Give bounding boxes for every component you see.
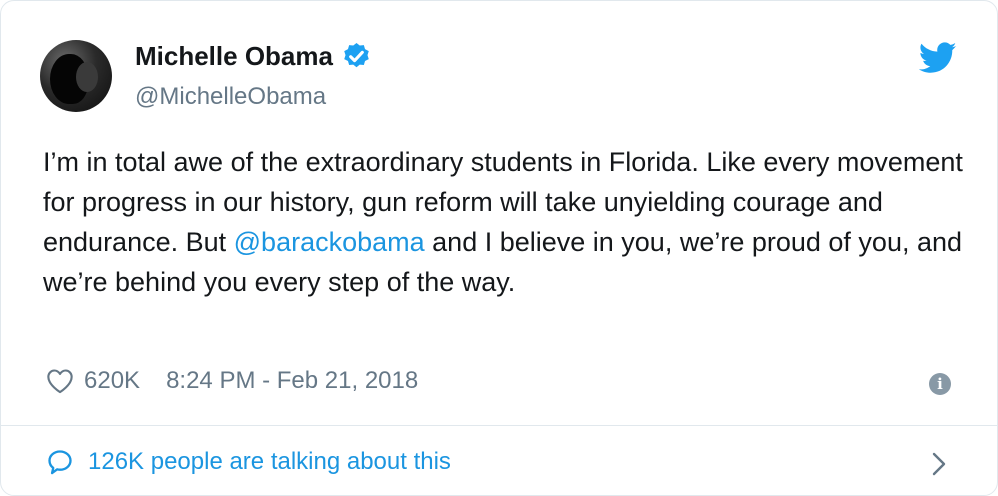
twitter-bird-icon[interactable]: [919, 41, 957, 75]
conversation-count-label[interactable]: 126K people are talking about this: [88, 448, 451, 476]
heart-icon[interactable]: [46, 368, 74, 394]
avatar-face: [76, 62, 98, 92]
reply-bubble-icon: [48, 450, 72, 475]
avatar[interactable]: [40, 40, 112, 112]
author-handle[interactable]: @MichelleObama: [135, 83, 326, 111]
divider: [1, 425, 997, 426]
tweet-meta: 620K 8:24 PM - Feb 21, 2018: [46, 367, 418, 395]
tweet-text: I’m in total awe of the extraordinary st…: [43, 142, 963, 302]
conversation-link[interactable]: 126K people are talking about this: [46, 448, 451, 476]
chevron-right-icon[interactable]: [931, 451, 947, 477]
likes-count[interactable]: 620K: [84, 367, 140, 395]
tweet-timestamp[interactable]: 8:24 PM - Feb 21, 2018: [166, 367, 418, 395]
author-name-row[interactable]: Michelle Obama: [135, 41, 372, 72]
verified-badge-icon: [344, 42, 369, 68]
info-icon[interactable]: i: [929, 373, 951, 395]
mention-link[interactable]: @barackobama: [234, 227, 425, 257]
author-name[interactable]: Michelle Obama: [135, 41, 333, 72]
tweet-card: Michelle Obama @MichelleObama I’m in tot…: [0, 0, 998, 496]
